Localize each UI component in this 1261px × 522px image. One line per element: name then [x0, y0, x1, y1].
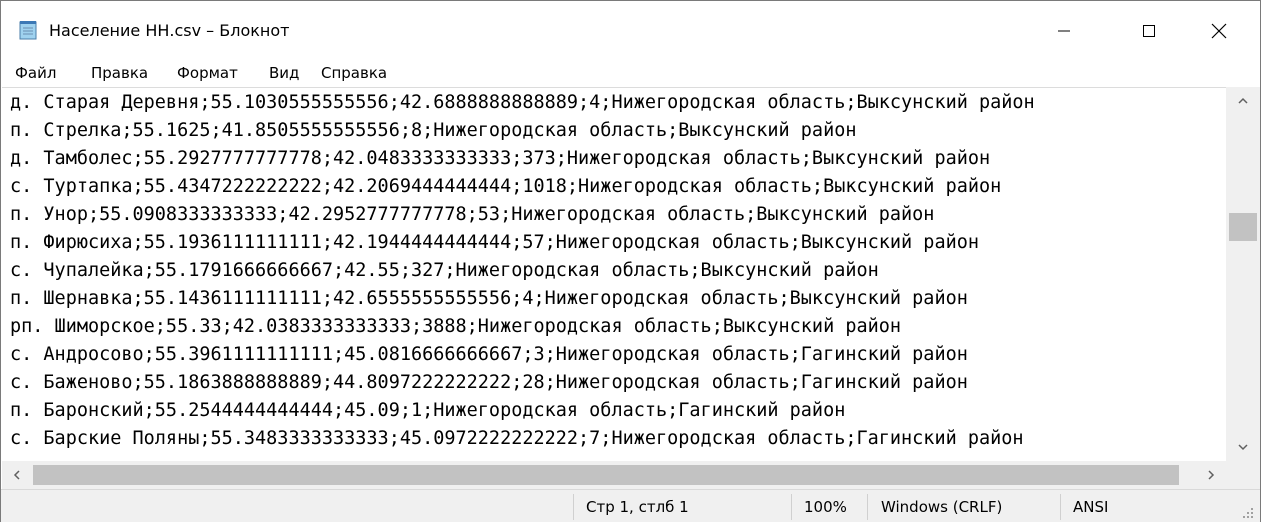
text-line: п. Шернавка;55.1436111111111;42.65555555… [10, 288, 968, 309]
status-divider [867, 494, 868, 520]
status-divider [791, 494, 792, 520]
chevron-up-icon [1238, 97, 1248, 104]
text-line: п. Баронский;55.2544444444444;45.09;1;Ни… [10, 400, 846, 421]
menu-help[interactable]: Справка [321, 64, 387, 82]
minimize-icon [1057, 30, 1070, 32]
menu-edit[interactable]: Правка [91, 64, 148, 82]
status-divider [573, 494, 574, 520]
status-encoding: ANSI [1073, 498, 1109, 516]
minimize-button[interactable] [1035, 1, 1092, 61]
scrollbar-corner [1226, 461, 1260, 489]
status-zoom: 100% [804, 498, 847, 516]
text-line: с. Туртапка;55.4347222222222;42.20694444… [10, 176, 1002, 197]
text-line: д. Старая Деревня;55.1030555555556;42.68… [10, 92, 1035, 113]
menu-bar: Файл Правка Формат Вид Справка [1, 61, 1260, 87]
text-line: п. Унор;55.0908333333333;42.295277777777… [10, 204, 935, 225]
horizontal-scrollbar[interactable] [2, 461, 1226, 489]
title-bar[interactable]: Население НН.csv – Блокнот [1, 1, 1260, 61]
text-line: п. Стрелка;55.1625;41.8505555555556;8;Ни… [10, 120, 857, 141]
scroll-right-button[interactable] [1196, 461, 1226, 489]
text-editor[interactable]: д. Старая Деревня;55.1030555555556;42.68… [2, 87, 1226, 462]
menu-format[interactable]: Формат [177, 64, 238, 82]
status-bar: Стр 1, стлб 1 100% Windows (CRLF) ANSI [1, 489, 1260, 522]
scroll-down-button[interactable] [1226, 433, 1260, 461]
menu-file[interactable]: Файл [15, 64, 56, 82]
scroll-up-button[interactable] [1226, 87, 1260, 115]
vertical-scrollbar[interactable] [1226, 87, 1260, 461]
resize-grip-icon[interactable] [1239, 504, 1255, 520]
text-line: п. Фирюсиха;55.1936111111111;42.19444444… [10, 232, 980, 253]
text-line: с. Чупалейка;55.1791666666667;42.55;327;… [10, 260, 879, 281]
menu-view[interactable]: Вид [269, 64, 299, 82]
window-title: Население НН.csv – Блокнот [49, 21, 290, 40]
maximize-button[interactable] [1120, 1, 1177, 61]
status-line-endings: Windows (CRLF) [881, 498, 1003, 516]
text-line: с. Барские Поляны;55.3483333333333;45.09… [10, 428, 1024, 449]
vertical-scroll-thumb[interactable] [1229, 213, 1257, 241]
chevron-down-icon [1238, 444, 1248, 451]
chevron-left-icon [13, 470, 20, 480]
close-icon [1211, 23, 1226, 39]
status-position: Стр 1, стлб 1 [586, 498, 689, 516]
text-line: с. Баженово;55.1863888888889;44.80972222… [10, 372, 968, 393]
text-line: д. Тамболес;55.2927777777778;42.04833333… [10, 148, 991, 169]
close-button[interactable] [1190, 1, 1247, 61]
text-line: с. Андросово;55.3961111111111;45.0816666… [10, 344, 968, 365]
text-line: рп. Шиморское;55.33;42.0383333333333;388… [10, 316, 902, 337]
notepad-window: Население НН.csv – Блокнот Файл Правка Ф… [0, 0, 1261, 522]
scroll-left-button[interactable] [2, 461, 32, 489]
status-divider [1060, 494, 1061, 520]
notepad-icon [19, 21, 37, 40]
maximize-icon [1142, 25, 1155, 37]
chevron-right-icon [1208, 470, 1215, 480]
horizontal-scroll-thumb[interactable] [33, 465, 1179, 485]
